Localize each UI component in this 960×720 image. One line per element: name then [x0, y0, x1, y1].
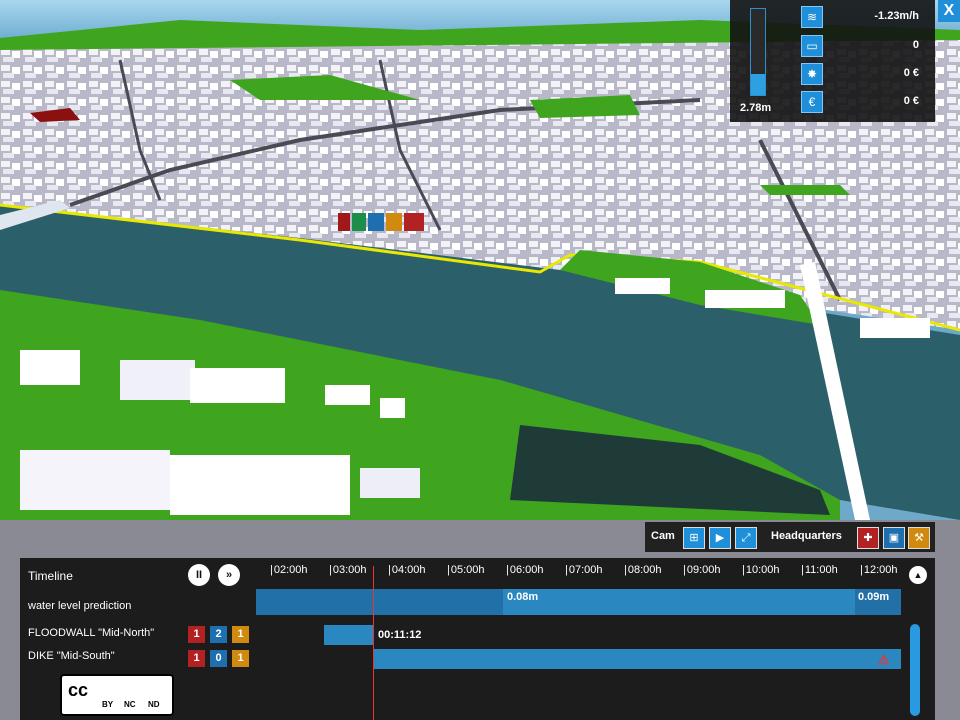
water-rate-icon: ≋: [801, 6, 823, 28]
badge-red: 1: [188, 650, 205, 667]
water-prediction-segment: [503, 589, 855, 615]
stat-value: 0 €: [903, 95, 919, 107]
hq-label: Headquarters: [771, 530, 842, 542]
cam-label: Cam: [651, 530, 675, 542]
stat-value: -1.23m/h: [874, 10, 919, 22]
current-time-marker[interactable]: [373, 566, 374, 720]
water-level-label: 2.78m: [740, 102, 772, 114]
stat-row-rate: ≋ -1.23m/h: [801, 6, 921, 28]
cc-nc: NC: [124, 700, 136, 709]
stat-row-damage: ✸ 0 €: [801, 63, 921, 85]
marker-icon: [352, 213, 366, 231]
water-level-fill: [751, 73, 765, 95]
timeline-scrollbar[interactable]: [910, 624, 920, 716]
time-tick: 06:00h: [506, 564, 544, 576]
water-mark: 0.09m: [858, 591, 890, 603]
time-tick: 09:00h: [683, 564, 721, 576]
cam-overview-icon[interactable]: ⊞: [683, 527, 705, 549]
water-mark: 0.08m: [507, 591, 539, 603]
water-prediction-label: water level prediction: [28, 600, 132, 612]
badge-blue: 0: [210, 650, 227, 667]
time-tick: 03:00h: [329, 564, 367, 576]
cam-expand-icon[interactable]: ⤢: [735, 527, 757, 549]
stat-row-budget: € 0 €: [801, 91, 921, 113]
cc-logo: cc: [68, 680, 89, 700]
cc-by: BY: [102, 700, 114, 709]
stat-value: 0 €: [903, 67, 919, 79]
close-button[interactable]: X: [938, 0, 960, 22]
license-logo: cc BY NC ND: [60, 674, 174, 716]
warning-icon[interactable]: ⚠: [878, 652, 890, 668]
badge-orange: 1: [232, 650, 249, 667]
time-tick: 07:00h: [565, 564, 603, 576]
time-tick: 12:00h: [860, 564, 898, 576]
stat-value: 0: [912, 39, 919, 51]
battery-icon: ▭: [801, 35, 823, 57]
marker-icon: [368, 213, 384, 231]
dike-label: DIKE "Mid-South": [28, 650, 115, 662]
hq-worker-icon[interactable]: ⚒: [908, 527, 930, 549]
hq-car-icon[interactable]: ▣: [883, 527, 905, 549]
timeline-panel: Timeline II » 02:00h 03:00h 04:00h 05:00h 06…: [20, 558, 935, 720]
hq-fire-icon[interactable]: ✚: [857, 527, 879, 549]
time-tick: 08:00h: [624, 564, 662, 576]
marker-icon: [338, 213, 350, 231]
cc-nd: ND: [148, 700, 160, 709]
stat-row-power: ▭ 0: [801, 35, 921, 57]
floodwall-time: 00:11:12: [378, 629, 422, 641]
floodwall-task-bar[interactable]: [324, 625, 374, 645]
marker-icon: [386, 213, 402, 231]
scroll-up-icon[interactable]: ▲: [909, 566, 927, 584]
marker-icon: [404, 213, 424, 231]
badge-blue: 2: [210, 626, 227, 643]
water-stats-panel: 2.78m ≋ -1.23m/h ▭ 0 ✸ 0 € € 0 €: [730, 0, 935, 122]
floodwall-label: FLOODWALL "Mid-North": [28, 627, 155, 639]
water-level-gauge: [750, 8, 766, 96]
badge-orange: 1: [232, 626, 249, 643]
dike-task-bar[interactable]: [374, 649, 901, 669]
camera-toolbar: Cam ⊞ ▶ ⤢ Headquarters ✚ ▣ ⚒: [645, 522, 935, 552]
cam-video-icon[interactable]: ▶: [709, 527, 731, 549]
fast-forward-button[interactable]: »: [218, 564, 240, 586]
timeline-title: Timeline: [28, 569, 73, 583]
damage-icon: ✸: [801, 63, 823, 85]
time-tick: 11:00h: [801, 564, 838, 576]
time-tick: 05:00h: [447, 564, 485, 576]
time-tick: 10:00h: [742, 564, 780, 576]
time-tick: 04:00h: [388, 564, 426, 576]
pause-button[interactable]: II: [188, 564, 210, 586]
euro-icon: €: [801, 91, 823, 113]
badge-red: 1: [188, 626, 205, 643]
time-tick: 02:00h: [270, 564, 308, 576]
